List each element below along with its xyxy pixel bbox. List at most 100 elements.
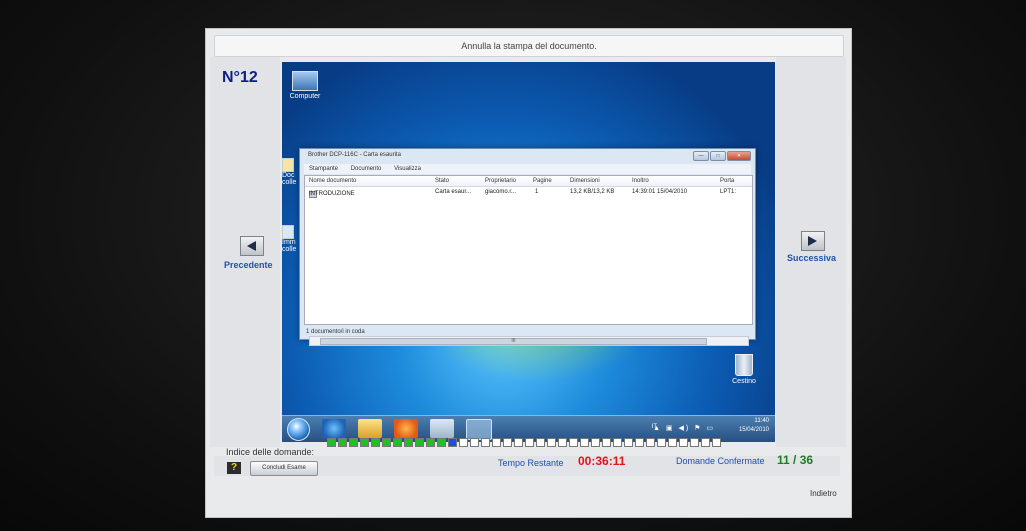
question-index-cell[interactable] <box>437 438 446 447</box>
desktop-icon-trash[interactable]: Cestino <box>722 354 766 385</box>
col-pages[interactable]: Pagine <box>533 178 552 184</box>
window-menubar: Stampante Documento Visualizza <box>304 164 751 174</box>
remaining-time-label: Tempo Restante <box>498 458 564 468</box>
desktop-icon-computer[interactable]: Computer <box>285 71 325 100</box>
question-index-cell[interactable] <box>602 438 611 447</box>
question-index-cell[interactable] <box>635 438 644 447</box>
computer-icon <box>292 71 318 91</box>
question-index-cell[interactable] <box>393 438 402 447</box>
question-index-label: Indice delle domande: <box>226 447 315 457</box>
back-link[interactable]: Indietro <box>810 489 837 498</box>
question-text: Annulla la stampa del documento. <box>214 35 844 57</box>
printer-queue-taskbar-icon[interactable] <box>466 419 492 440</box>
cell-status: Carta esaur... <box>435 189 472 195</box>
question-index-cell[interactable] <box>382 438 391 447</box>
question-index-cell[interactable] <box>426 438 435 447</box>
window-title: Brother DCP-116C - Carta esaurita <box>308 152 401 158</box>
cell-owner: giacomo.r... <box>485 189 517 195</box>
clock-date: 15/04/2010 <box>738 427 769 433</box>
queue-list: Nome documento Stato Proprietario Pagine… <box>304 175 753 346</box>
question-index-cell[interactable] <box>701 438 710 447</box>
cell-pages: 1 <box>535 189 539 195</box>
cell-port: LPT1: <box>720 189 737 195</box>
question-index-cell[interactable] <box>470 438 479 447</box>
horizontal-scrollbar[interactable]: III <box>309 336 749 346</box>
question-index-cell[interactable] <box>679 438 688 447</box>
previous-button[interactable] <box>240 236 264 256</box>
next-label[interactable]: Successiva <box>787 253 836 263</box>
images-icon <box>282 225 294 239</box>
desktop-icon-label: Computer <box>289 93 321 100</box>
question-index-cell[interactable] <box>338 438 347 447</box>
question-index-cell[interactable] <box>690 438 699 447</box>
internet-explorer-icon[interactable] <box>322 419 346 438</box>
col-name[interactable]: Nome documento <box>309 178 356 184</box>
col-status[interactable]: Stato <box>435 178 449 184</box>
question-index-cell[interactable] <box>657 438 666 447</box>
minimize-button[interactable]: — <box>693 151 709 161</box>
column-headers: Nome documento Stato Proprietario Pagine… <box>305 176 752 187</box>
desktop-icon-label: Imm colle <box>282 239 297 253</box>
question-index-cell[interactable] <box>624 438 633 447</box>
col-port[interactable]: Porta <box>720 178 734 184</box>
finish-exam-button[interactable]: Concludi Esame <box>250 461 318 476</box>
tray-icons[interactable]: ▲ ▣ ◀) ⚑ ▭ <box>653 424 715 432</box>
question-index-cell[interactable] <box>481 438 490 447</box>
question-index-cell[interactable] <box>514 438 523 447</box>
question-index-cell[interactable] <box>525 438 534 447</box>
trash-icon <box>735 354 753 376</box>
question-index-cell[interactable] <box>503 438 512 447</box>
question-index-cell[interactable] <box>448 438 457 447</box>
question-index-cell[interactable] <box>327 438 336 447</box>
close-button[interactable]: ✕ <box>727 151 751 161</box>
scrollbar-thumb[interactable]: III <box>320 338 707 345</box>
question-index-cell[interactable] <box>558 438 567 447</box>
print-queue-window[interactable]: Brother DCP-116C - Carta esaurita — □ ✕ St… <box>299 148 756 346</box>
question-index-cell[interactable] <box>580 438 589 447</box>
clock[interactable]: 11:40 15/04/2010 <box>739 417 769 435</box>
paint-icon[interactable] <box>430 419 454 438</box>
simulated-desktop[interactable]: Computer Doc colle Imm colle Cestino Bro… <box>282 62 775 442</box>
menu-document[interactable]: Documento <box>351 166 382 172</box>
question-index-cell[interactable] <box>591 438 600 447</box>
exam-screen: Annulla la stampa del documento. N°12 Pr… <box>205 28 852 518</box>
clock-time: 11:40 <box>754 418 769 424</box>
col-submitted[interactable]: Inoltro <box>632 178 649 184</box>
cell-size: 13,2 KB/13,2 KB <box>570 189 615 195</box>
question-index-cell[interactable] <box>459 438 468 447</box>
question-index-cell[interactable] <box>349 438 358 447</box>
question-index-cell[interactable] <box>712 438 721 447</box>
right-panel <box>776 57 846 447</box>
start-button[interactable] <box>287 418 310 441</box>
col-size[interactable]: Dimensioni <box>570 178 600 184</box>
question-index-cell[interactable] <box>415 438 424 447</box>
menu-printer[interactable]: Stampante <box>309 166 338 172</box>
question-index-cell[interactable] <box>536 438 545 447</box>
cell-name: INTRODUZIONE <box>309 191 355 197</box>
explorer-folder-icon[interactable] <box>358 419 382 438</box>
question-index-cell[interactable] <box>360 438 369 447</box>
question-index-cell[interactable] <box>492 438 501 447</box>
media-player-icon[interactable] <box>394 419 418 438</box>
question-index-cell[interactable] <box>569 438 578 447</box>
question-index-cell[interactable] <box>371 438 380 447</box>
question-number: N°12 <box>222 69 258 86</box>
col-owner[interactable]: Proprietario <box>485 178 516 184</box>
question-index-cell[interactable] <box>404 438 413 447</box>
question-index-cell[interactable] <box>668 438 677 447</box>
menu-view[interactable]: Visualizza <box>394 166 421 172</box>
previous-label[interactable]: Precedente <box>224 260 273 270</box>
desktop-icon-label: Cestino <box>732 378 756 385</box>
documents-icon <box>282 158 294 172</box>
question-index-cell[interactable] <box>613 438 622 447</box>
confirmed-questions-label: Domande Confermate <box>676 456 765 466</box>
question-index-cell[interactable] <box>646 438 655 447</box>
desktop-icon-label: Doc colle <box>282 172 297 186</box>
question-index-cell[interactable] <box>547 438 556 447</box>
remaining-time-value: 00:36:11 <box>578 454 626 468</box>
maximize-button[interactable]: □ <box>710 151 726 161</box>
next-button[interactable] <box>801 231 825 251</box>
table-row[interactable]: INTRODUZIONE Carta esaur... giacomo.r...… <box>305 187 752 198</box>
confirmed-questions-value: 11 / 36 <box>777 453 814 467</box>
help-button[interactable]: ? <box>227 462 241 474</box>
